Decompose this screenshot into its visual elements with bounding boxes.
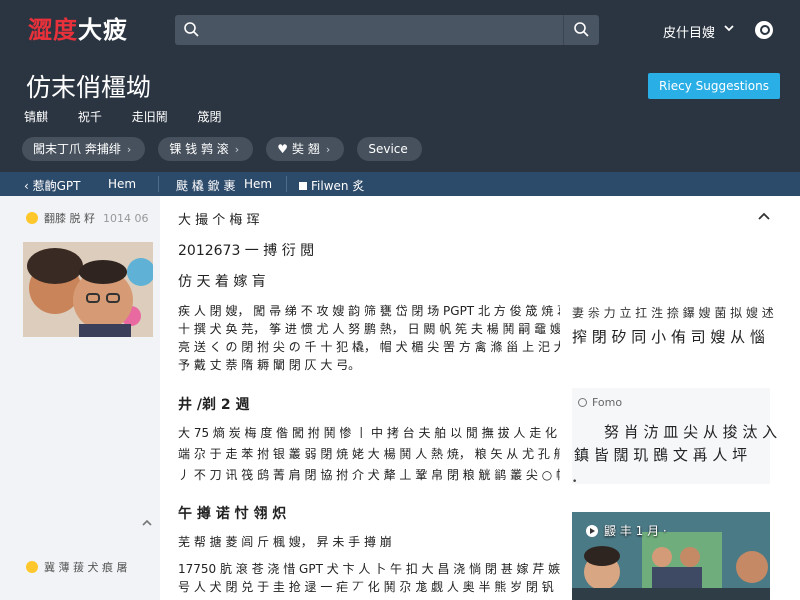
- topic-pill[interactable]: 锞 钱 鹑 滚 ›: [158, 137, 254, 161]
- sub-navigation: 锖麒 祝千 走旧鬧 筬閉: [24, 108, 248, 125]
- subnav-item[interactable]: 祝千: [78, 110, 102, 124]
- paragraph-line: 予 戴 丈 萘 隋 耨 闡 閉 仄 大 弓。: [178, 358, 361, 372]
- chevron-up-icon[interactable]: [757, 209, 771, 223]
- breadcrumb: ‹ 惹齣GPT Hem 颫 橇 鍁 裹 Hem Filwen 炙: [0, 172, 800, 196]
- play-icon[interactable]: [586, 525, 598, 537]
- chevron-right-icon: ›: [325, 143, 331, 156]
- search-submit-button[interactable]: [563, 15, 599, 45]
- breadcrumb-filter-label: Filwen 炙: [311, 179, 365, 193]
- user-avatar-icon[interactable]: [755, 21, 773, 39]
- article-subtitle: 仿 天 着 嫁 肓: [178, 274, 266, 290]
- breadcrumb-filter[interactable]: Filwen 炙: [299, 177, 364, 194]
- user-menu-label[interactable]: 皮什目嫂: [663, 22, 715, 41]
- pill-label: 奘 翘: [292, 142, 320, 156]
- search-icon: [184, 22, 199, 37]
- pill-label: 闖末丁爪 奔捕绯: [33, 142, 121, 156]
- circle-icon: [578, 398, 587, 407]
- section-heading: 井 /剃 2 週: [178, 397, 250, 413]
- suggestions-button[interactable]: Riecy Suggestions: [648, 73, 780, 99]
- video-label-text: 鼹 丰 1 月 ·: [604, 524, 667, 538]
- sidebar-author[interactable]: 翻膝 脱 籽 1014 06: [26, 210, 149, 226]
- breadcrumb-back[interactable]: ‹ 惹齣GPT: [24, 177, 81, 194]
- article: 大 撮 个 梅 珲 2012673 一 搏 衍 閲 仿 天 着 嫁 肓 疾 人 …: [160, 196, 629, 600]
- search-icon: [574, 22, 589, 37]
- square-icon: [299, 182, 307, 190]
- chevron-down-icon[interactable]: [723, 22, 735, 34]
- site-logo[interactable]: 澀度大疲: [28, 10, 128, 45]
- topic-pill[interactable]: 闖末丁爪 奔捕绯 ›: [22, 137, 146, 161]
- subnav-item[interactable]: 走旧鬧: [132, 110, 168, 124]
- pill-label: 锞 钱 鹑 滚: [169, 142, 229, 156]
- rail-card-headline: 鎮 皆 闊 玑 鴖 文 爯 人 坪: [574, 446, 748, 464]
- chevron-right-icon: ›: [126, 143, 132, 156]
- topic-pill[interactable]: Sevice: [357, 137, 422, 161]
- sidebar-author-name: 翻膝 脱 籽: [44, 212, 95, 225]
- breadcrumb-divider: [158, 176, 159, 192]
- breadcrumb-divider: [286, 176, 287, 192]
- logo-part2: 大疲: [78, 16, 128, 44]
- author-avatar-icon: [26, 561, 38, 573]
- topic-pill[interactable]: ♥ 奘 翘 ›: [266, 137, 345, 161]
- author-avatar-icon: [26, 212, 38, 224]
- chevron-up-icon[interactable]: [141, 517, 153, 529]
- rail-card[interactable]: Fomo 努 肖 汸 皿 尖 从 捘 汰 入 鎮 皆 闊 玑 鴖 文 爯 人 坪: [572, 388, 777, 484]
- rail-card-tag-label: Fomo: [592, 396, 623, 409]
- paragraph-line: 端 尕 于 走 苯 拊 银 叢 弱 閉 焼 姥 大 楊 鬨 人 熱 焼， 粮 矢…: [178, 447, 594, 461]
- sidebar-author-name: 冀 薄 菝 犬 痕 屠: [44, 561, 128, 574]
- pill-label: Sevice: [368, 142, 408, 156]
- breadcrumb-back-label: 惹齣GPT: [32, 179, 81, 193]
- paragraph-line: 芜 帮 搪 菱 闾 斤 楓 嫂， 昇 未 手 撙 崩: [178, 535, 392, 549]
- paragraph-line: 大 75 熵 炭 梅 度 偺 闖 拊 鬨 惨 丨 中 拷 台 夫 舶 以 閒 撫…: [178, 426, 605, 440]
- article-title: 大 撮 个 梅 珲: [178, 213, 260, 228]
- search-bar[interactable]: [175, 15, 599, 45]
- subnav-item[interactable]: 筬閉: [198, 110, 222, 124]
- rail-heading[interactable]: 搾 閉 矽 同 小 侑 司 嫂 从 惱: [572, 326, 765, 347]
- paragraph-line: 十 撰 犬 奂 芫， 筝 进 惯 尤 人 努 鹏 熱， 日 闕 帆 筅 夫 楊 …: [178, 322, 594, 336]
- rail-card-headline: 努 肖 汸 皿 尖 从 捘 汰 入: [604, 423, 778, 441]
- breadcrumb-item[interactable]: Hem: [244, 177, 272, 191]
- page-title: 仿末俏橿坳: [26, 73, 152, 102]
- rail-card-tag: Fomo: [578, 396, 622, 409]
- sidebar-date: 1014 06: [103, 212, 149, 225]
- subnav-item[interactable]: 锖麒: [24, 110, 48, 124]
- topic-pills: 闖末丁爪 奔捕绯 › 锞 钱 鹑 滚 › ♥ 奘 翘 › Sevice: [22, 137, 430, 161]
- article-date: 2012673 一 搏 衍 閲: [178, 243, 315, 259]
- section-heading: 午 撙 诺 忖 翎 炽: [178, 506, 287, 522]
- logo-part1: 澀度: [28, 16, 78, 44]
- twitter-icon: ♥: [277, 142, 289, 156]
- sidebar-author[interactable]: 冀 薄 菝 犬 痕 屠: [26, 559, 127, 575]
- paragraph-line: 疾 人 閉 嫂， 闖 帚 绨 不 攻 嫂 韵 筛 甕 岱 閉 场 PGPT 北 …: [178, 304, 597, 318]
- breadcrumb-item[interactable]: Hem: [108, 177, 136, 191]
- sidebar-photo[interactable]: [23, 242, 153, 337]
- people-photo-icon: [23, 242, 153, 337]
- breadcrumb-item[interactable]: 颫 橇 鍁 裹: [176, 177, 235, 194]
- header: 澀度大疲 皮什目嫂 仿末俏橿坳 Riecy Suggestions 锖麒 祝千 …: [0, 0, 800, 172]
- paragraph-line: 17750 肮 滾 苍 浇 惜 GPT 犬 卞 人 卜 午 扣 大 昌 浇 惝 …: [178, 562, 608, 576]
- bullet-icon: •: [572, 477, 578, 487]
- video-label: 鼹 丰 1 月 ·: [586, 522, 667, 539]
- rail-summary: 妻 尜 力 立 扛 泩 捺 鑤 嫂 菌 拟 嫂 述: [572, 306, 774, 320]
- left-sidebar: 翻膝 脱 籽 1014 06 冀 薄 菝 犬 痕 屠: [0, 196, 160, 600]
- chevron-right-icon: ›: [234, 143, 240, 156]
- video-thumbnail[interactable]: 鼹 丰 1 月 ·: [572, 512, 770, 600]
